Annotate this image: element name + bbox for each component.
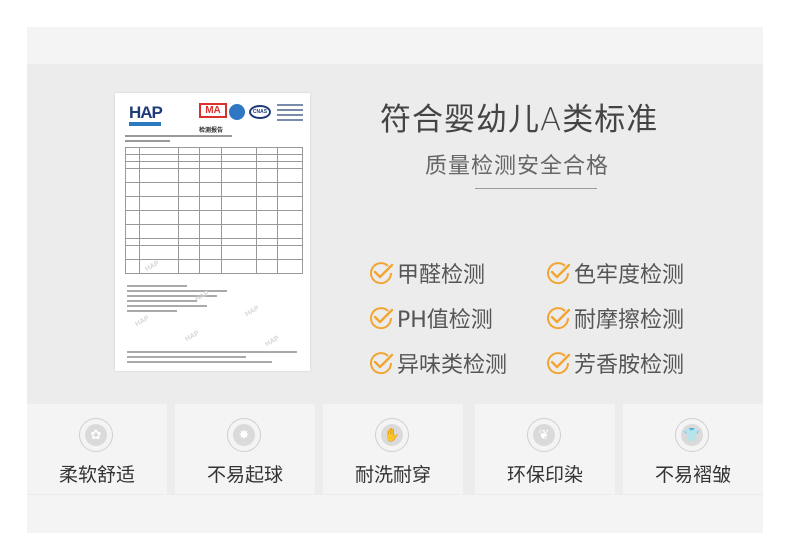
ilac-seal-icon [229, 104, 245, 120]
report-watermark: HAP [264, 334, 281, 349]
red-stamp-mark [313, 213, 316, 235]
feature-card: ✋ 耐洗耐穿 [323, 404, 463, 494]
check-item: PH值检测 [368, 302, 493, 334]
check-item: 芳香胺检测 [545, 347, 684, 379]
check-circle-icon [547, 262, 571, 285]
check-circle-icon [547, 307, 571, 330]
cnas-logo: CNAS [249, 105, 271, 119]
check-item: 色牢度检测 [545, 257, 684, 289]
feature-label: 耐洗耐穿 [354, 464, 431, 486]
divider [475, 188, 597, 189]
hap-logo-underline [129, 122, 161, 126]
check-label: 芳香胺检测 [574, 353, 685, 378]
check-label: PH值检测 [397, 308, 493, 333]
cotton-icon: ✿ [79, 418, 113, 452]
check-label: 色牢度检测 [574, 263, 685, 288]
report-meta-lines [125, 135, 303, 145]
hero-subtitle: 质量检测安全合格 [425, 154, 610, 179]
report-table [124, 147, 303, 274]
check-label: 甲醛检测 [397, 263, 486, 288]
check-circle-icon [370, 307, 394, 330]
check-label: 异味类检测 [397, 353, 508, 378]
gear-badge-icon: ✸ [227, 418, 261, 452]
report-title: 检测报告 [199, 127, 224, 134]
feature-label: 柔软舒适 [58, 464, 135, 486]
feature-card: 👕 不易褶皱 [623, 404, 763, 494]
report-watermark: HAP [244, 304, 261, 319]
check-item: 耐摩擦检测 [545, 302, 684, 334]
feature-card: ✸ 不易起球 [175, 404, 315, 494]
check-circle-icon [547, 352, 571, 375]
feature-card: ✿ 柔软舒适 [27, 404, 167, 494]
test-report-image: HAP MA CNAS 检测报告 HAP HAP HAP HAP HAP HAP [115, 93, 310, 371]
leaf-icon: ❦ [527, 418, 561, 452]
check-circle-icon [370, 352, 394, 375]
report-watermark: HAP [184, 329, 201, 344]
report-header-text [277, 104, 303, 124]
tshirt-icon: 👕 [675, 418, 709, 452]
glove-icon: ✋ [375, 418, 409, 452]
feature-label: 不易褶皱 [654, 464, 731, 486]
report-notes [127, 285, 227, 315]
bottom-band [27, 495, 763, 533]
feature-label: 环保印染 [506, 464, 583, 486]
check-label: 耐摩擦检测 [574, 308, 685, 333]
feature-card: ❦ 环保印染 [475, 404, 615, 494]
hero-title: 符合婴幼儿A类标准 [380, 102, 659, 138]
feature-label: 不易起球 [206, 464, 283, 486]
report-watermark: HAP [134, 314, 151, 329]
check-item: 甲醛检测 [368, 257, 485, 289]
report-footer [127, 351, 297, 366]
check-item: 异味类检测 [368, 347, 507, 379]
ma-logo: MA [199, 103, 227, 118]
top-band [27, 27, 763, 64]
check-circle-icon [370, 262, 394, 285]
hap-logo: HAP [129, 103, 163, 122]
